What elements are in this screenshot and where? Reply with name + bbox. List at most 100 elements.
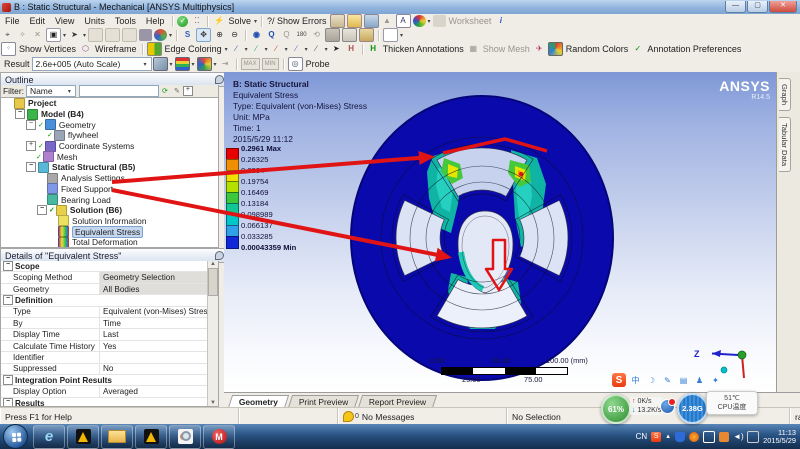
annotation-preferences-button[interactable]: Annotation Preferences	[647, 44, 741, 54]
look-at-icon[interactable]	[383, 28, 399, 42]
tree-item-solution[interactable]: − ✓ Solution (B6)	[1, 204, 218, 216]
colored-cube-dropdown-icon[interactable]: ▾	[214, 61, 217, 68]
look-at-dropdown-icon[interactable]: ▾	[400, 32, 403, 39]
tree-item-static-structural[interactable]: − Static Structural (B5)	[1, 161, 218, 173]
skin-icon[interactable]: ♟	[693, 374, 706, 387]
sogou-input-bar[interactable]: S 中 ☽ ✎ ▤ ♟ ✦	[612, 373, 722, 387]
edge-option-icon[interactable]: ∕	[310, 43, 323, 55]
viewports-icon[interactable]	[325, 28, 341, 42]
network-speed-widget[interactable]: ↑ 0K/s ↓ 13.2K/s	[630, 397, 664, 415]
max-tag-icon[interactable]: MAX	[240, 58, 260, 70]
notification-badge-icon[interactable]	[660, 398, 676, 414]
menu-tools[interactable]: Tools	[110, 16, 141, 26]
refresh-filter-icon[interactable]: ⟳	[160, 86, 170, 96]
solve-button[interactable]: Solve	[228, 16, 251, 26]
menu-units[interactable]: Units	[79, 16, 110, 26]
tree-item-geometry[interactable]: − ✓ Geometry	[1, 119, 218, 131]
details-value[interactable]: All Bodies	[100, 283, 218, 295]
rotate-view-icon[interactable]: S	[181, 29, 194, 41]
menu-help[interactable]: Help	[141, 16, 170, 26]
solve-dropdown-icon[interactable]: ▾	[254, 18, 257, 25]
jet-icon[interactable]: ✈	[533, 43, 546, 55]
taskbar-ie[interactable]: e	[33, 424, 65, 449]
status-messages[interactable]: 0 No Messages	[338, 408, 507, 425]
color-wheel-icon[interactable]	[412, 15, 426, 27]
connections-icon[interactable]: ⁚ ⁚	[190, 15, 203, 27]
tree-item-mesh[interactable]: ✓ Mesh	[1, 151, 218, 163]
notes-icon[interactable]	[329, 14, 345, 28]
pin-icon[interactable]	[215, 251, 224, 260]
start-button[interactable]	[3, 424, 28, 449]
collapse-toggle-icon[interactable]: −	[26, 162, 36, 173]
contour-dropdown-icon[interactable]: ▾	[192, 61, 195, 68]
pen-icon[interactable]: ✎	[661, 374, 674, 387]
cursor-mode-icon[interactable]: ➤	[68, 29, 81, 41]
collapse-toggle-icon[interactable]: −	[3, 295, 13, 306]
thin-annotation-icon[interactable]: H	[345, 43, 358, 55]
close-button[interactable]: ✕	[769, 1, 797, 13]
show-errors-button[interactable]: ?/ Show Errors	[267, 16, 327, 26]
menu-file[interactable]: File	[0, 16, 25, 26]
min-tag-icon[interactable]: MIN	[261, 58, 279, 70]
collapse-toggle-icon[interactable]: −	[3, 261, 13, 272]
contour-bands-icon[interactable]	[174, 57, 190, 71]
tag-icon[interactable]	[359, 28, 375, 42]
collapse-toggle-icon[interactable]: −	[37, 205, 47, 216]
taskbar-clock[interactable]: 11:13 2015/5/29	[763, 428, 796, 445]
tree-item-flywheel[interactable]: ✓ flywheel	[1, 129, 218, 141]
label-select-icon[interactable]: ⌖	[1, 29, 14, 41]
pin-icon[interactable]	[215, 75, 224, 84]
edge-option-icon[interactable]: ∕	[230, 43, 243, 55]
taskbar-ansys-workbench[interactable]	[67, 424, 99, 449]
show-vertices-button[interactable]: Show Vertices	[19, 44, 76, 54]
status-ok-icon[interactable]: ✓	[177, 15, 189, 27]
memory-ball-widget[interactable]: 61%	[601, 394, 631, 424]
taskbar-explorer[interactable]	[101, 424, 133, 449]
language-icon[interactable]: 中	[629, 374, 642, 387]
edge-option-icon[interactable]: ∕	[250, 43, 263, 55]
details-value[interactable]: Last	[100, 329, 218, 339]
edge-coloring-dropdown-icon[interactable]: ▾	[225, 46, 228, 53]
tray-expand-icon[interactable]: ▲	[665, 434, 671, 440]
details-section[interactable]: − Scope	[1, 261, 218, 273]
collapse-toggle-icon[interactable]: −	[3, 375, 13, 386]
explode-icon[interactable]: ➤	[330, 43, 343, 55]
edge-option-dropdown-icon[interactable]: ▾	[305, 46, 308, 53]
details-value[interactable]: Averaged	[100, 386, 218, 396]
toolbox-icon[interactable]: ✦	[709, 374, 722, 387]
colored-cube-icon[interactable]	[196, 57, 212, 71]
details-value[interactable]: Geometry Selection	[100, 272, 218, 283]
graphics-viewport[interactable]: B: Static Structural Equivalent Stress T…	[224, 72, 776, 392]
edge-option-icon[interactable]: ∕	[270, 43, 283, 55]
tree-item-solution-information[interactable]: Solution Information	[1, 215, 218, 227]
zoom-fit-icon[interactable]: Q	[265, 29, 278, 41]
tray-shield-icon[interactable]	[675, 431, 686, 442]
tray-360-icon[interactable]	[689, 431, 700, 442]
tree-item-model[interactable]: − Model (B4)	[1, 108, 218, 120]
maximize-button[interactable]: ▢	[747, 1, 768, 13]
tray-window-icon[interactable]	[703, 430, 716, 443]
tab-tabular-data[interactable]: Tabular Data	[779, 117, 791, 173]
details-value[interactable]: Time	[100, 318, 218, 328]
tree-item-total-deformation[interactable]: Total Deformation	[1, 236, 218, 247]
geometry-display-icon[interactable]	[152, 57, 168, 71]
expand-all-icon[interactable]: +	[182, 86, 193, 96]
details-scrollbar[interactable]: ▲ ▼	[207, 261, 218, 406]
ram-ball-widget[interactable]: 2.38G	[677, 393, 708, 424]
tree-item-bearing-load[interactable]: Bearing Load	[1, 194, 218, 206]
cpu-temp-widget[interactable]: 51℃ CPU温度	[706, 391, 758, 415]
chart-icon[interactable]	[346, 14, 362, 28]
tree-item-coordinate-systems[interactable]: + ✓ Coordinate Systems	[1, 140, 218, 152]
edge-option-icon[interactable]: ∕	[290, 43, 303, 55]
tray-network-icon[interactable]	[747, 430, 760, 443]
edit-filter-icon[interactable]: ✎	[172, 86, 182, 96]
collapse-toggle-icon[interactable]: −	[15, 109, 25, 120]
sphere-view-icon[interactable]	[154, 29, 168, 41]
taskbar-mail[interactable]: M	[203, 424, 235, 449]
edge-option-dropdown-icon[interactable]: ▾	[285, 46, 288, 53]
color-dropdown-icon[interactable]: ▾	[428, 18, 431, 25]
rotate-180-icon[interactable]: 180	[295, 29, 308, 41]
cursor-mode-dropdown-icon[interactable]: ▾	[83, 32, 86, 39]
filter-type-combo[interactable]: Name ▾	[25, 85, 76, 97]
minimize-button[interactable]: —	[725, 1, 746, 13]
